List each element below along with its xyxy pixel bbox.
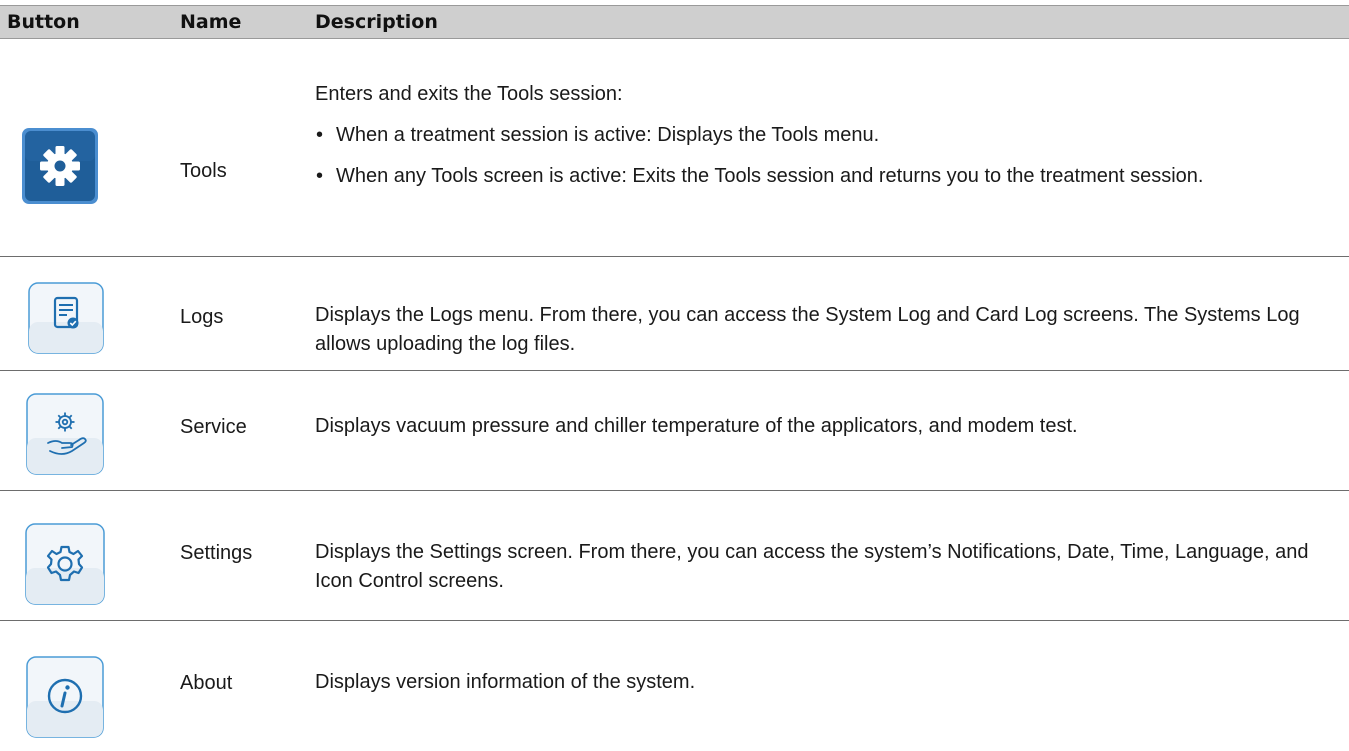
log-document-icon <box>28 282 104 354</box>
about-button[interactable] <box>26 656 104 738</box>
row-divider <box>0 490 1349 491</box>
row-divider <box>0 620 1349 621</box>
tools-button[interactable] <box>21 127 99 205</box>
row-description: Displays vacuum pressure and chiller tem… <box>315 415 1078 437</box>
row-description: Enters and exits the Tools session: • Wh… <box>315 80 1325 191</box>
bullet-item: • When any Tools screen is active: Exits… <box>315 162 1325 191</box>
bullet-icon: • <box>316 165 324 187</box>
row-description: Displays version information of the syst… <box>315 671 696 693</box>
header-description: Description <box>315 11 438 33</box>
table-header: Button Name Description <box>0 5 1349 39</box>
row-description: Displays the Logs menu. From there, you … <box>315 304 1300 355</box>
bullet-icon: • <box>316 124 324 146</box>
row-divider <box>0 256 1349 257</box>
header-name: Name <box>180 11 242 33</box>
header-button: Button <box>7 11 80 33</box>
bullet-item: • When a treatment session is active: Di… <box>315 121 1325 150</box>
settings-gear-icon <box>25 523 105 605</box>
row-divider <box>0 370 1349 371</box>
row-name: Settings <box>180 542 253 564</box>
row-description: Displays the Settings screen. From there… <box>315 541 1309 592</box>
bullet-text: When a treatment session is active: Disp… <box>336 124 880 146</box>
settings-button[interactable] <box>25 523 105 605</box>
service-hand-gear-icon <box>26 393 104 475</box>
bullet-text: When any Tools screen is active: Exits t… <box>336 165 1204 187</box>
row-name: Logs <box>180 306 224 328</box>
row-name: Tools <box>180 160 227 182</box>
row-name: About <box>180 672 233 694</box>
service-button[interactable] <box>26 393 104 475</box>
gear-icon <box>22 128 98 204</box>
logs-button[interactable] <box>28 282 104 354</box>
info-icon <box>26 656 104 738</box>
description-intro: Enters and exits the Tools session: <box>315 83 623 105</box>
row-name: Service <box>180 416 247 438</box>
